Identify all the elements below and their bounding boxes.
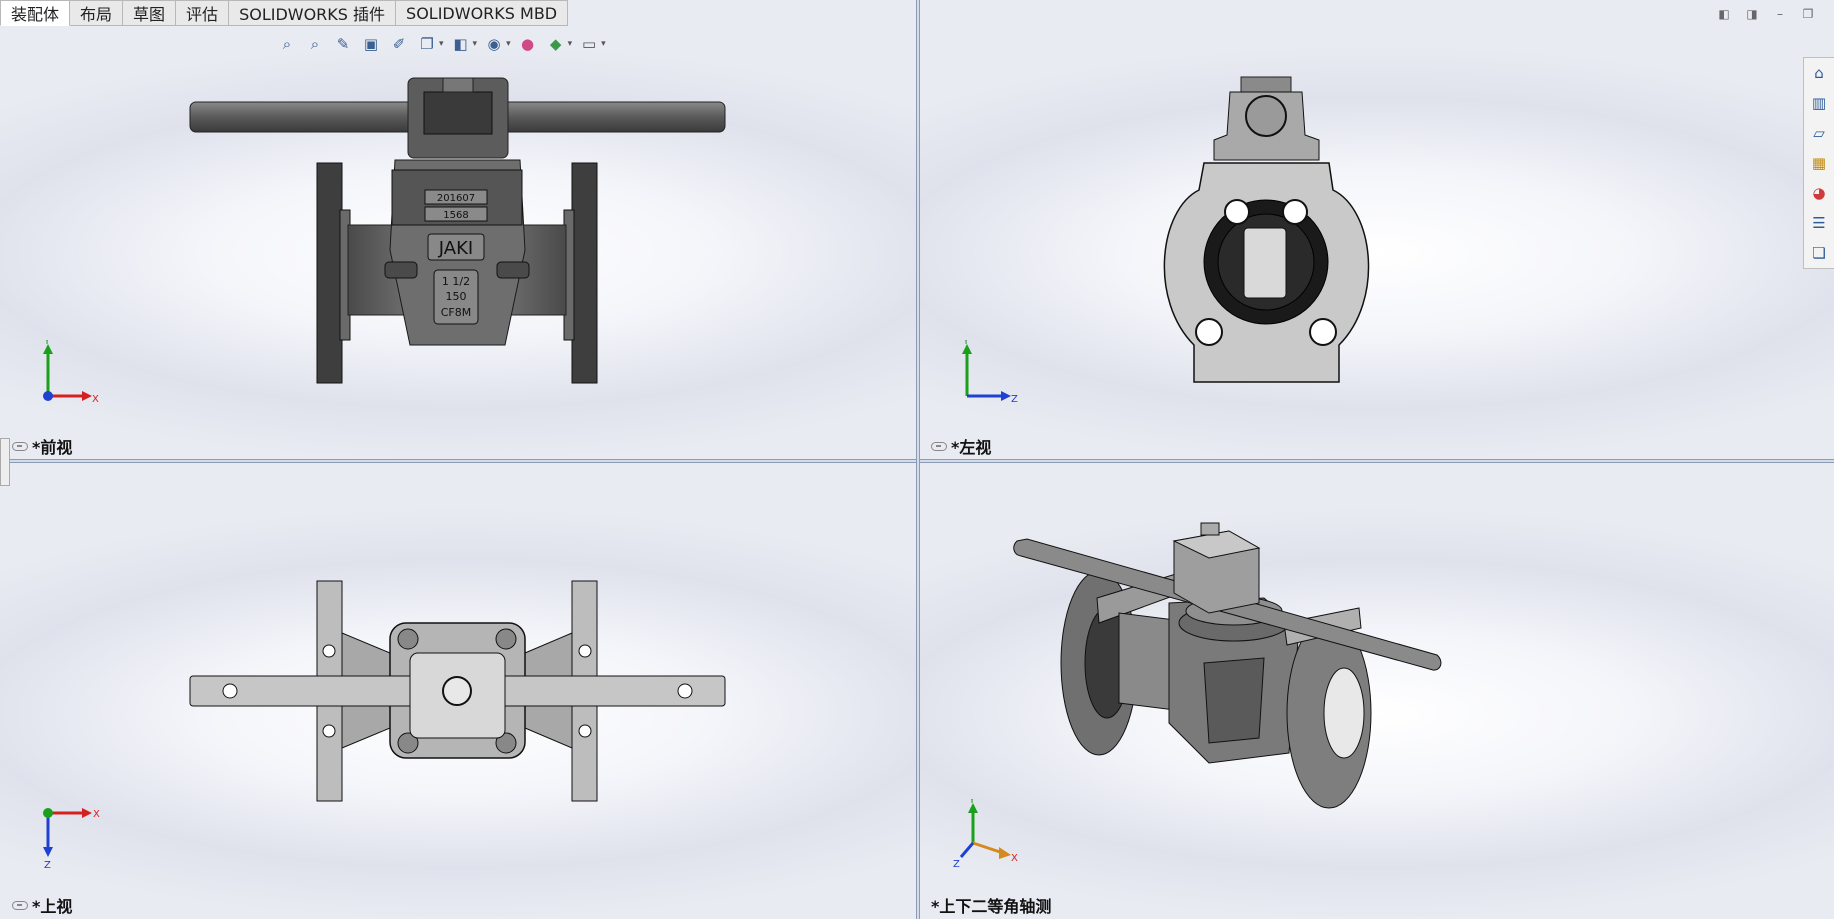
- chevron-down-icon[interactable]: ▾: [439, 39, 444, 49]
- link-views-icon[interactable]: [12, 900, 28, 910]
- engraving-brand: JAKI: [438, 238, 473, 259]
- chevron-down-icon[interactable]: ▾: [506, 39, 511, 49]
- window-controls: ◧ ◨ – ❐: [1716, 6, 1816, 22]
- engraving-code: 1568: [443, 210, 468, 221]
- tab-evaluate[interactable]: 评估: [176, 0, 230, 26]
- link-views-icon[interactable]: [931, 441, 947, 451]
- tile-left-icon[interactable]: ◧: [1716, 6, 1732, 22]
- tile-right-icon[interactable]: ◨: [1744, 6, 1760, 22]
- orientation-triad: X Z: [43, 808, 100, 869]
- view-label-top: *上视: [12, 893, 72, 917]
- view-palette-icon[interactable]: ▦: [1804, 148, 1834, 178]
- hide-show-items-icon[interactable]: ◉: [483, 33, 505, 55]
- view-orientation-icon[interactable]: ❐: [416, 33, 438, 55]
- axis-z-label: Z: [1011, 394, 1018, 405]
- tab-solidworks-mbd[interactable]: SOLIDWORKS MBD: [396, 0, 569, 26]
- view-label-left: *左视: [931, 434, 991, 458]
- valve-front-view: 201607 1568 JAKI 1 1/2 150 CF8M: [189, 77, 726, 384]
- chevron-down-icon[interactable]: ▾: [568, 39, 573, 49]
- feature-manager-collapse-handle[interactable]: [0, 438, 10, 486]
- command-manager-tabs: 装配体 布局 草图 评估 SOLIDWORKS 插件 SOLIDWORKS MB…: [0, 0, 569, 27]
- custom-properties-icon[interactable]: ☰: [1804, 208, 1834, 238]
- viewport-top[interactable]: X Z *上视: [0, 463, 917, 919]
- orientation-triad: Y Z: [962, 340, 1018, 405]
- display-style-icon[interactable]: ◧: [450, 33, 472, 55]
- task-pane: ⌂ ▥ ▱ ▦ ◕ ☰ ❏: [1803, 57, 1834, 269]
- chevron-down-icon[interactable]: ▾: [601, 39, 606, 49]
- appearances-icon[interactable]: ◕: [1804, 178, 1834, 208]
- home-icon[interactable]: ⌂: [1804, 58, 1834, 88]
- viewport-front[interactable]: 201607 1568 JAKI 1 1/2 150 CF8M Y X *前视: [0, 0, 917, 460]
- axis-x-label: X: [1011, 853, 1018, 864]
- zoom-to-fit-icon[interactable]: ⌕: [276, 33, 298, 55]
- engraving-class: 150: [446, 290, 467, 303]
- section-view-icon[interactable]: ▣: [360, 33, 382, 55]
- viewport-left[interactable]: Y Z *左视: [919, 0, 1834, 460]
- heads-up-view-toolbar: ⌕ ⌕ ✎ ▣ ✐ ❐ ▾ ◧ ▾ ◉ ▾ ● ◆ ▾ ▭ ▾: [276, 31, 606, 57]
- view-label-front: *前视: [12, 434, 72, 458]
- viewport-splitter-vertical[interactable]: [916, 0, 920, 919]
- view-label-isometric: *上下二等角轴测: [931, 897, 1052, 916]
- tab-layout[interactable]: 布局: [70, 0, 124, 26]
- design-library-icon[interactable]: ▥: [1804, 88, 1834, 118]
- file-explorer-icon[interactable]: ▱: [1804, 118, 1834, 148]
- chevron-down-icon[interactable]: ▾: [473, 39, 478, 49]
- viewport-isometric[interactable]: Y X Z *上下二等角轴测: [919, 463, 1834, 919]
- restore-icon[interactable]: ❐: [1800, 6, 1816, 22]
- valve-isometric-view: [1013, 522, 1442, 809]
- axis-x-label: X: [92, 394, 99, 405]
- dynamic-annotation-icon[interactable]: ✐: [388, 33, 410, 55]
- orientation-triad: Y X: [43, 340, 99, 405]
- axis-z-label: Z: [44, 860, 51, 869]
- valve-left-view: [1163, 76, 1370, 383]
- orientation-triad: Y X Z: [953, 799, 1018, 869]
- engraving-date: 201607: [437, 193, 475, 204]
- zoom-to-area-icon[interactable]: ⌕: [304, 33, 326, 55]
- axis-z-label: Z: [953, 859, 960, 869]
- previous-view-icon[interactable]: ✎: [332, 33, 354, 55]
- view-settings-icon[interactable]: ▭: [578, 33, 600, 55]
- tab-sketch[interactable]: 草图: [123, 0, 177, 26]
- link-views-icon[interactable]: [12, 441, 28, 451]
- minimize-icon[interactable]: –: [1772, 6, 1788, 22]
- axis-y-label: Y: [43, 340, 51, 347]
- edit-appearance-icon[interactable]: ●: [517, 33, 539, 55]
- axis-x-label: X: [93, 809, 100, 820]
- forum-icon[interactable]: ❏: [1804, 238, 1834, 268]
- tab-assembly[interactable]: 装配体: [0, 0, 71, 26]
- tab-solidworks-addins[interactable]: SOLIDWORKS 插件: [229, 0, 397, 26]
- engraving-size: 1 1/2: [442, 275, 470, 288]
- valve-top-view: [189, 580, 726, 802]
- apply-scene-icon[interactable]: ◆: [545, 33, 567, 55]
- axis-y-label: Y: [962, 340, 970, 347]
- axis-y-label: Y: [968, 799, 976, 806]
- engraving-material: CF8M: [441, 306, 472, 319]
